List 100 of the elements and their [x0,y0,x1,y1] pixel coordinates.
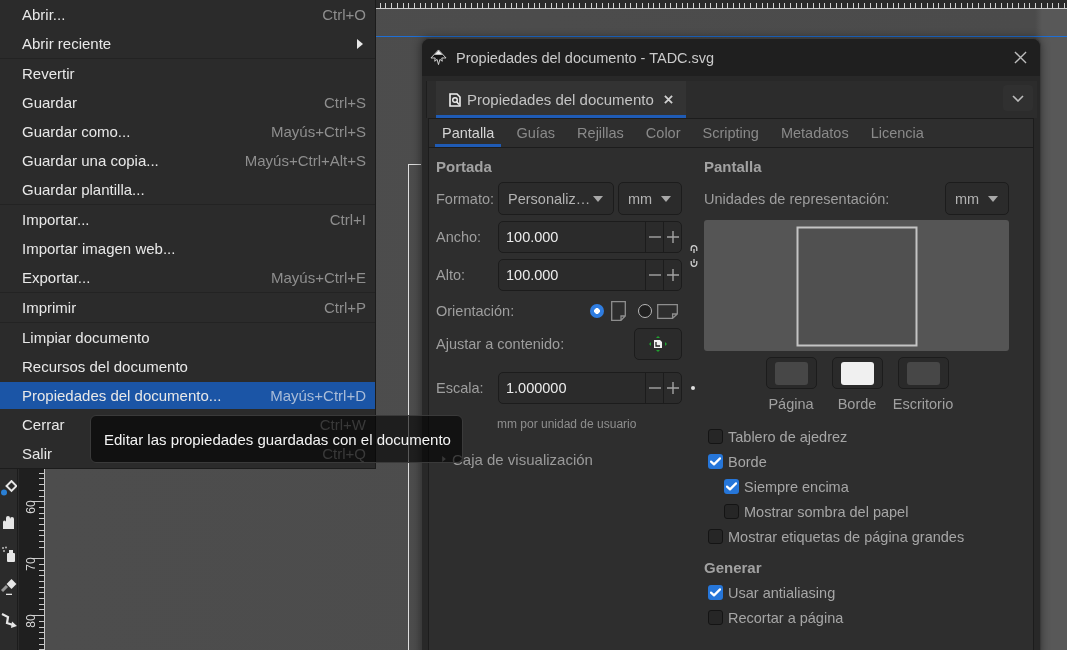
section-heading: Pantalla [704,157,762,177]
hint-text: mm por unidad de usuario [497,416,637,432]
dropdown-arrow-icon [988,195,998,202]
menu-item[interactable]: Importar... Ctrl+I [0,207,375,232]
fit-to-content-button[interactable] [634,328,682,360]
tab[interactable]: Pantalla [431,119,506,147]
dropdown-arrow-icon [661,195,671,202]
tab[interactable]: Color [634,119,692,147]
field-label: Ajustar a contenido: [436,336,565,352]
swatch-label: Escritorio [892,396,954,412]
plus-icon [666,231,679,243]
expander[interactable]: Caja de visualización [436,449,593,469]
radio-button[interactable] [590,304,604,318]
increment-button[interactable] [663,373,681,403]
window-title: Propiedades del documento - TADC.svg [456,49,715,66]
tab[interactable]: Licencia [859,119,935,147]
checkbox-label[interactable]: Tablero de ajedrez [728,428,848,445]
dropdown-arrow-icon [593,195,603,202]
checkbox-label[interactable]: Borde [728,453,767,470]
keyboard-shortcut: Mayús+Ctrl+S [270,123,366,140]
menu-item[interactable]: Guardar Ctrl+S [0,90,375,115]
checkbox-label[interactable]: Mostrar etiquetas de página grandes [728,528,965,545]
menu-item[interactable]: Imprimir Ctrl+P [0,295,375,320]
menu-item[interactable]: Exportar... Mayús+Ctrl+E [0,265,375,290]
checkbox[interactable] [724,504,739,519]
keyboard-shortcut: Ctrl+O [322,6,366,23]
tab[interactable]: Metadatos [769,119,860,147]
menu-item[interactable]: Abrir reciente [0,31,375,56]
number-field[interactable]: 100.000 [498,259,682,291]
ruler-label: 60 [25,499,37,516]
diamond-dot-icon[interactable] [0,480,17,496]
menu-item[interactable]: Abrir... Ctrl+O [0,2,375,27]
checkbox-label[interactable]: Recortar a página [728,609,844,626]
field-label: Escala: [436,380,485,396]
color-button[interactable] [831,357,883,389]
menu-item[interactable]: Guardar una copia... Mayús+Ctrl+Alt+S [0,148,375,173]
color-button[interactable] [765,357,817,389]
menu-item[interactable]: Revertir [0,61,375,86]
decrement-button[interactable] [645,260,663,290]
fit-page-icon [649,336,667,352]
dropdown[interactable]: mm [945,182,1009,215]
zigzag-arrow-icon[interactable] [0,612,17,628]
ruler-label: 80 [25,613,37,630]
menu-item[interactable]: Guardar como... Mayús+Ctrl+S [0,119,375,144]
menu-item[interactable]: Recursos del documento [0,354,375,379]
document-icon [449,92,461,107]
eraser-icon[interactable] [0,579,17,595]
dock-tab[interactable]: Propiedades del documento [436,81,686,118]
section-heading: Generar [704,558,762,578]
radio-button[interactable] [638,304,652,318]
menu-item[interactable]: Importar imagen web... [0,236,375,261]
checkbox[interactable] [708,429,723,444]
field-label: Alto: [436,267,466,283]
menu-item[interactable]: Limpiar documento [0,325,375,350]
checkbox[interactable] [708,529,723,544]
hand-icon[interactable] [0,513,17,529]
dropdown[interactable]: mm [618,182,682,215]
keyboard-shortcut: Mayús+Ctrl+D [270,387,366,404]
menu-item[interactable]: Guardar plantilla... [0,177,375,202]
keyboard-shortcut: Ctrl+I [329,211,366,228]
plus-icon [666,269,679,281]
increment-button[interactable] [663,260,681,290]
number-field[interactable]: 100.000 [498,221,682,253]
close-icon[interactable] [663,95,673,104]
keyboard-shortcut: Ctrl+P [323,299,366,316]
dot-icon [691,386,695,390]
checkbox[interactable] [724,479,739,494]
field-label: Unidades de representación: [704,190,890,207]
keyboard-shortcut: Ctrl+S [323,94,366,111]
landscape-page-icon [657,303,678,319]
check-icon [726,482,737,491]
section-heading: Portada [436,157,492,177]
checkbox[interactable] [708,585,723,600]
field-label: Orientación: [436,303,515,319]
decrement-button[interactable] [645,222,663,252]
checkbox[interactable] [708,454,723,469]
checkbox-label[interactable]: Usar antialiasing [728,584,836,601]
tab[interactable]: Scripting [691,119,770,147]
close-icon [1013,51,1027,64]
portrait-page-icon [611,301,626,321]
number-field[interactable]: 1.000000 [498,372,682,404]
spray-can-icon[interactable] [0,546,17,562]
swatch-label: Borde [837,396,877,412]
increment-button[interactable] [663,222,681,252]
dropdown[interactable]: Personaliz… [498,182,614,215]
dock-menu-button[interactable] [1003,85,1033,111]
tab[interactable]: Rejillas [566,119,635,147]
field-label: Formato: [436,190,495,207]
expander-arrow-icon [441,454,447,464]
check-icon [710,588,721,597]
checkbox-label[interactable]: Mostrar sombra del papel [744,503,909,520]
chain-link-icon[interactable] [690,244,698,268]
keyboard-shortcut: Mayús+Ctrl+E [270,269,366,286]
decrement-button[interactable] [645,373,663,403]
menu-item[interactable]: Propiedades del documento... Mayús+Ctrl+D [0,383,375,408]
keyboard-shortcut: Mayús+Ctrl+Alt+S [244,152,366,169]
tab[interactable]: Guías [505,119,567,147]
checkbox-label[interactable]: Siempre encima [744,478,849,495]
color-button[interactable] [897,357,949,389]
checkbox[interactable] [708,610,723,625]
